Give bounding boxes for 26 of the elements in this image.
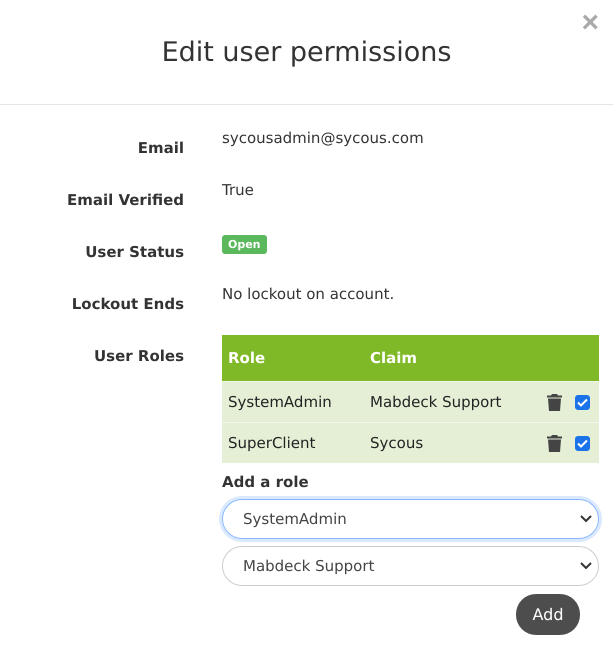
status-badge: Open — [222, 235, 267, 254]
section-heading: Add a role — [222, 473, 310, 491]
table-cell-text: SuperClient — [228, 434, 316, 452]
table-cell-text: Mabdeck Support — [370, 393, 502, 411]
field-label: User Roles — [93, 346, 184, 367]
trash-icon[interactable] — [547, 394, 562, 410]
field-value: No lockout on account. — [222, 284, 396, 305]
column-header: Claim — [370, 349, 418, 367]
field-value: sycousadmin@sycous.com — [222, 128, 425, 149]
chevron-icon — [580, 562, 592, 570]
field-label: Email Verified — [66, 190, 184, 211]
table-cell-text: SystemAdmin — [228, 393, 333, 411]
column-header: Role — [228, 349, 266, 367]
field-label: User Status — [84, 242, 184, 263]
checkbox[interactable] — [575, 436, 590, 450]
add-button[interactable]: Add — [516, 594, 580, 635]
chevron-icon — [580, 515, 592, 523]
select-field[interactable]: SystemAdmin — [222, 499, 599, 539]
field-value: True — [222, 180, 255, 201]
field-label: Email — [136, 138, 184, 159]
checkbox[interactable] — [575, 394, 590, 410]
table-cell-text: Sycous — [370, 434, 424, 452]
dialog-title: Edit user permissions — [162, 36, 452, 68]
trash-icon[interactable] — [547, 434, 562, 452]
select-field[interactable]: Mabdeck Support — [222, 546, 599, 586]
field-label: Lockout Ends — [70, 294, 184, 315]
